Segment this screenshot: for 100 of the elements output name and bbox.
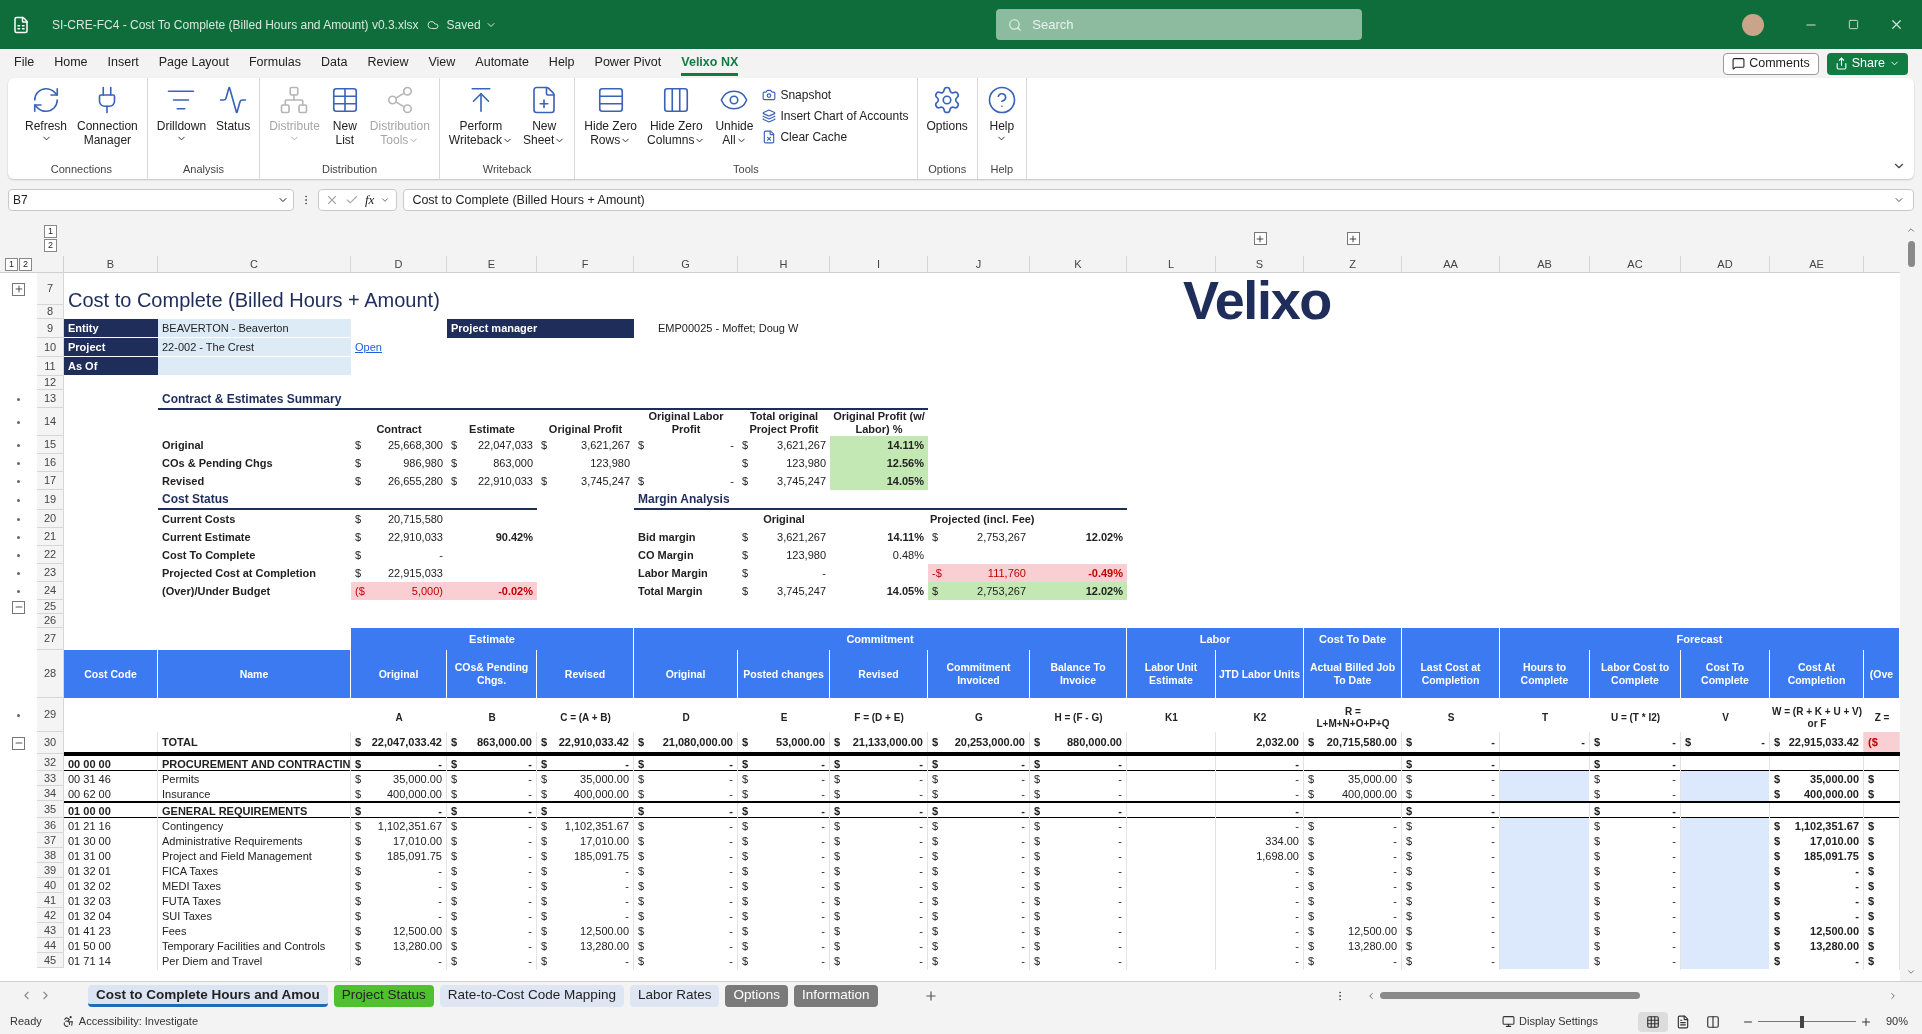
- sheet-tab[interactable]: Labor Rates: [629, 984, 720, 1007]
- column-letter[interactable]: F: [537, 256, 634, 272]
- row-header[interactable]: 45: [37, 953, 64, 968]
- row-header[interactable]: 30: [37, 732, 64, 754]
- column-letter[interactable]: H: [738, 256, 830, 272]
- slider-thumb[interactable]: [1800, 1015, 1805, 1028]
- row-header[interactable]: 44: [37, 938, 64, 953]
- row-header[interactable]: 12: [37, 376, 64, 390]
- row-header[interactable]: 22: [37, 546, 64, 564]
- column-letter[interactable]: Z: [1304, 256, 1402, 272]
- ribbon-button[interactable]: Clear Cache: [758, 126, 913, 147]
- close-icon[interactable]: [1889, 17, 1904, 32]
- collapse-button[interactable]: [12, 600, 25, 614]
- sheet-tab[interactable]: Information: [794, 984, 878, 1007]
- share-button[interactable]: Share: [1826, 52, 1908, 75]
- row-header[interactable]: 9: [37, 319, 64, 338]
- zoom-in-icon[interactable]: [1859, 1015, 1872, 1028]
- row-header[interactable]: 40: [37, 878, 64, 893]
- row-header[interactable]: 11: [37, 357, 64, 376]
- row-header[interactable]: 28: [37, 650, 64, 698]
- outline-level-button[interactable]: 2: [19, 257, 32, 271]
- row-header[interactable]: 41: [37, 893, 64, 908]
- value-field[interactable]: [158, 357, 351, 376]
- row-header[interactable]: 42: [37, 908, 64, 923]
- row-header[interactable]: 8: [37, 305, 64, 319]
- column-letter[interactable]: D: [351, 256, 447, 272]
- collapse-button[interactable]: [12, 736, 25, 750]
- column-letter[interactable]: AE: [1770, 256, 1864, 272]
- row-header[interactable]: 38: [37, 848, 64, 863]
- search-field[interactable]: Search: [996, 9, 1363, 40]
- outline-level-button[interactable]: 1: [44, 225, 57, 238]
- zoom-slider[interactable]: [1757, 1014, 1856, 1029]
- row-header[interactable]: 43: [37, 923, 64, 938]
- scroll-up-icon[interactable]: [1906, 225, 1916, 235]
- zoom-level[interactable]: 90%: [1885, 1013, 1908, 1030]
- row-header[interactable]: 20: [37, 510, 64, 528]
- row-header[interactable]: 25: [37, 600, 64, 614]
- restore-icon[interactable]: [1848, 19, 1859, 30]
- menu-tab[interactable]: Page Layout: [158, 51, 229, 76]
- outline-level-button[interactable]: 1: [5, 257, 18, 271]
- sheet-tab[interactable]: Cost to Complete Hours and Amou: [88, 984, 328, 1007]
- menu-tab[interactable]: Insert: [107, 51, 139, 76]
- menu-tab[interactable]: Review: [367, 51, 409, 76]
- ribbon-button[interactable]: Help: [981, 82, 1022, 144]
- sheet-tab[interactable]: Rate-to-Cost Code Mapping: [439, 984, 624, 1007]
- row-header[interactable]: 15: [37, 436, 64, 454]
- row-header[interactable]: 34: [37, 786, 64, 801]
- column-letter[interactable]: K: [1030, 256, 1127, 272]
- row-header[interactable]: 33: [37, 771, 64, 786]
- ribbon-button[interactable]: Connection Manager: [72, 82, 143, 147]
- row-header[interactable]: 37: [37, 833, 64, 848]
- expand-button[interactable]: [1346, 232, 1360, 245]
- scroll-thumb[interactable]: [1380, 992, 1640, 999]
- accessibility-status[interactable]: Accessibility: Investigate: [78, 1013, 198, 1030]
- row-header[interactable]: 19: [37, 490, 64, 510]
- menu-tab[interactable]: View: [428, 51, 456, 76]
- open-link[interactable]: Open: [351, 339, 447, 356]
- row-header[interactable]: 16: [37, 454, 64, 472]
- view-button[interactable]: [1637, 1011, 1668, 1032]
- menu-tab[interactable]: Data: [321, 51, 348, 76]
- row-header[interactable]: 14: [37, 408, 64, 436]
- column-letter[interactable]: AA: [1402, 256, 1500, 272]
- row-header[interactable]: 10: [37, 338, 64, 357]
- row-header[interactable]: 7: [37, 273, 64, 305]
- ribbon-button[interactable]: Status: [211, 82, 256, 133]
- avatar[interactable]: [1742, 13, 1764, 36]
- menu-tab[interactable]: Home: [54, 51, 88, 76]
- column-letter[interactable]: J: [928, 256, 1030, 272]
- add-sheet-icon[interactable]: [923, 988, 938, 1003]
- scroll-thumb[interactable]: [1907, 241, 1915, 267]
- row-header[interactable]: 21: [37, 528, 64, 546]
- ribbon-button[interactable]: New List: [324, 82, 365, 147]
- row-header[interactable]: 27: [37, 628, 64, 650]
- row-header[interactable]: 29: [37, 698, 64, 732]
- row-header[interactable]: 39: [37, 863, 64, 878]
- function-button[interactable]: fx: [365, 190, 375, 210]
- ribbon-button[interactable]: Insert Chart of Accounts: [758, 105, 913, 126]
- comments-button[interactable]: Comments: [1723, 52, 1819, 75]
- column-letter[interactable]: AB: [1500, 256, 1590, 272]
- row-header[interactable]: 36: [37, 818, 64, 833]
- ribbon-button[interactable]: Unhide All: [710, 82, 759, 147]
- row-header[interactable]: 24: [37, 582, 64, 600]
- column-letter[interactable]: E: [447, 256, 537, 272]
- column-letter[interactable]: I: [830, 256, 928, 272]
- sheet-tab[interactable]: Options: [725, 984, 788, 1007]
- menu-tab[interactable]: Help: [548, 51, 575, 76]
- column-letter[interactable]: B: [64, 256, 158, 272]
- column-letter[interactable]: G: [634, 256, 738, 272]
- scroll-left-icon[interactable]: [1366, 990, 1376, 1001]
- field-value[interactable]: 22-002 - The Crest: [158, 338, 351, 357]
- menu-tab[interactable]: Automate: [475, 51, 529, 76]
- scroll-down-icon[interactable]: [1906, 967, 1916, 977]
- expand-button[interactable]: [1253, 232, 1267, 245]
- row-header[interactable]: 35: [37, 801, 64, 818]
- ribbon-button[interactable]: Refresh: [20, 82, 73, 144]
- ribbon-button[interactable]: Options: [921, 82, 973, 133]
- column-letter[interactable]: L: [1127, 256, 1216, 272]
- ribbon-button[interactable]: Drilldown: [151, 82, 212, 144]
- sheet-tab[interactable]: Project Status: [333, 984, 434, 1007]
- outline-level-button[interactable]: 2: [44, 239, 57, 252]
